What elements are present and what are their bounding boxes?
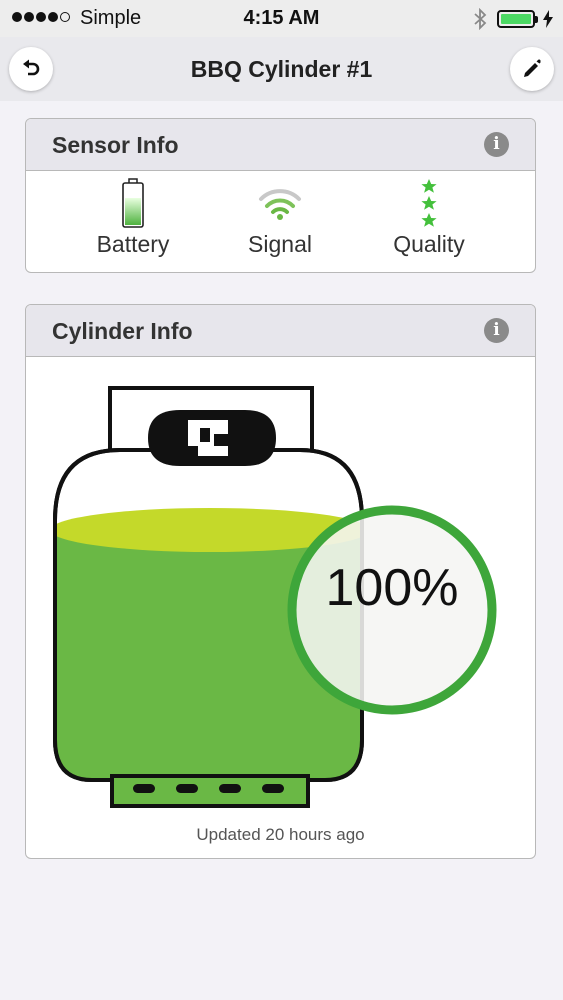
gas-cylinder-illustration	[53, 386, 497, 808]
fill-percent-label: 100%	[325, 559, 459, 617]
valve-icon	[148, 410, 276, 466]
